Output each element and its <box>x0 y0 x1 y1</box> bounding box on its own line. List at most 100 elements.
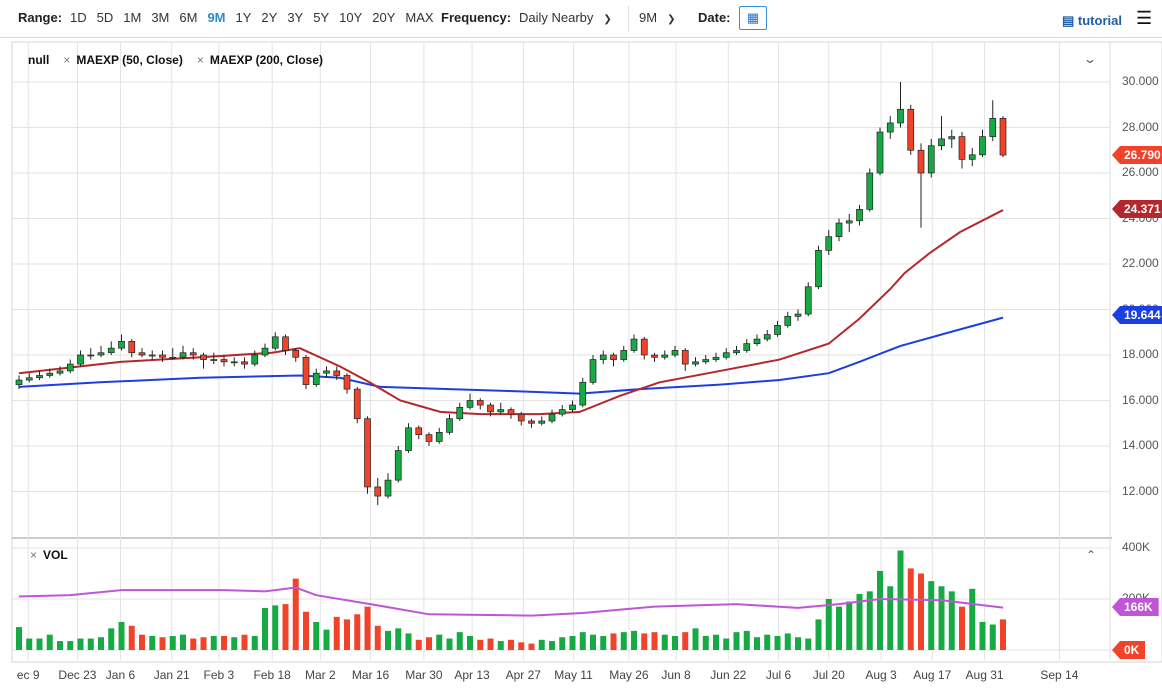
volume-bar <box>795 637 801 650</box>
volume-bar <box>497 641 504 650</box>
volume-bar <box>180 634 186 650</box>
candle-body <box>456 406 464 420</box>
y-tick-label: 22.000 <box>1122 256 1159 270</box>
remove-study-icon[interactable]: × <box>63 53 70 67</box>
legend-ma50-label: MAEXP (50, Close) <box>76 53 183 67</box>
volume-bar <box>887 586 894 650</box>
candle-body <box>979 136 986 156</box>
volume-bar <box>702 635 709 650</box>
candle-body <box>261 347 269 356</box>
candle-body <box>886 122 894 133</box>
legend-ma200-label: MAEXP (200, Close) <box>209 53 323 67</box>
candle-body <box>189 352 197 356</box>
volume-bar <box>477 639 484 650</box>
volume-bar <box>784 633 791 650</box>
remove-study-icon[interactable]: × <box>197 53 204 67</box>
volume-bar <box>651 632 658 650</box>
y-tick-label: 28.000 <box>1122 119 1159 134</box>
candle-body <box>343 375 351 390</box>
volume-bar <box>282 604 289 650</box>
volume-bar <box>1000 619 1006 650</box>
candle-body <box>733 350 740 354</box>
candle-body <box>107 347 115 354</box>
volume-bar <box>251 635 258 650</box>
x-tick-label: Feb 18 <box>253 668 291 682</box>
candle-body <box>815 250 822 288</box>
volume-bar <box>538 639 545 650</box>
candle-body <box>25 377 33 381</box>
candle-body <box>200 354 207 360</box>
candle-body <box>302 356 310 385</box>
volume-bar <box>508 639 514 650</box>
candle-body <box>435 432 443 442</box>
candle-body <box>446 418 453 433</box>
volume-average-line <box>18 586 1004 617</box>
candle-body <box>241 361 248 365</box>
volume-bar <box>108 628 115 650</box>
candle-body <box>569 404 576 410</box>
volume-bar <box>579 632 586 650</box>
volume-bar <box>67 641 74 650</box>
candle-body <box>159 354 166 358</box>
ma200-value-tag: 19.644 <box>1112 306 1162 324</box>
candle-body <box>804 286 812 315</box>
volume-bar <box>303 611 309 650</box>
volume-bar <box>436 634 443 650</box>
collapse-chevron-icon[interactable]: ⌄ <box>1083 52 1097 66</box>
volume-bar <box>549 641 555 650</box>
volume-bar <box>846 601 853 650</box>
volume-bar <box>87 638 94 650</box>
candle-body <box>251 354 259 365</box>
volume-bar <box>128 625 135 650</box>
x-tick-label: Feb 3 <box>203 668 235 682</box>
candle-body <box>927 145 935 174</box>
volume-bar <box>631 630 637 650</box>
remove-volume-icon[interactable]: × <box>30 548 37 562</box>
candle-body <box>405 427 412 451</box>
volume-bar <box>487 638 494 650</box>
price-chart[interactable] <box>0 0 1162 692</box>
candle-body <box>558 409 566 415</box>
volume-bar <box>118 621 125 650</box>
volume-bar <box>385 630 391 650</box>
volume-bar <box>672 635 678 650</box>
candle-body <box>999 118 1007 156</box>
candle-body <box>845 220 853 224</box>
candle-body <box>712 356 720 360</box>
volume-bar <box>590 634 596 650</box>
candle-body <box>784 315 792 326</box>
candle-body <box>36 375 43 379</box>
x-tick-label: Apr 13 <box>454 668 490 682</box>
x-tick-label: ec 9 <box>16 668 40 682</box>
candle-body <box>46 372 54 376</box>
candle-body <box>753 338 761 344</box>
ma200-line <box>18 316 1004 395</box>
volume-bar <box>743 630 750 650</box>
x-tick-label: Apr 27 <box>505 668 541 682</box>
volume-bar <box>928 581 935 650</box>
volume-bar <box>98 637 104 650</box>
x-tick-label: Sep 14 <box>1040 668 1079 682</box>
candle-body <box>968 154 976 160</box>
x-tick-label: May 26 <box>609 668 649 682</box>
candle-body <box>774 325 781 335</box>
x-tick-label: Jun 8 <box>661 668 691 682</box>
expand-chevron-icon[interactable]: ⌃ <box>1086 548 1096 562</box>
candle-body <box>794 313 802 317</box>
volume-bar <box>518 642 525 650</box>
volume-bar <box>764 634 771 650</box>
volume-bar <box>959 606 965 650</box>
volume-bar <box>405 633 412 650</box>
volume-bar <box>344 619 350 650</box>
candle-body <box>743 343 751 351</box>
volume-bar <box>641 633 648 650</box>
volume-bar <box>395 628 402 650</box>
candle-body <box>118 341 125 349</box>
candle-body <box>517 413 525 422</box>
volume-bar <box>938 586 945 650</box>
candle-body <box>169 356 177 359</box>
volume-bar <box>446 638 453 650</box>
volume-bar <box>948 591 955 650</box>
volume-bar <box>159 637 166 650</box>
x-tick-label: Mar 2 <box>305 668 336 682</box>
